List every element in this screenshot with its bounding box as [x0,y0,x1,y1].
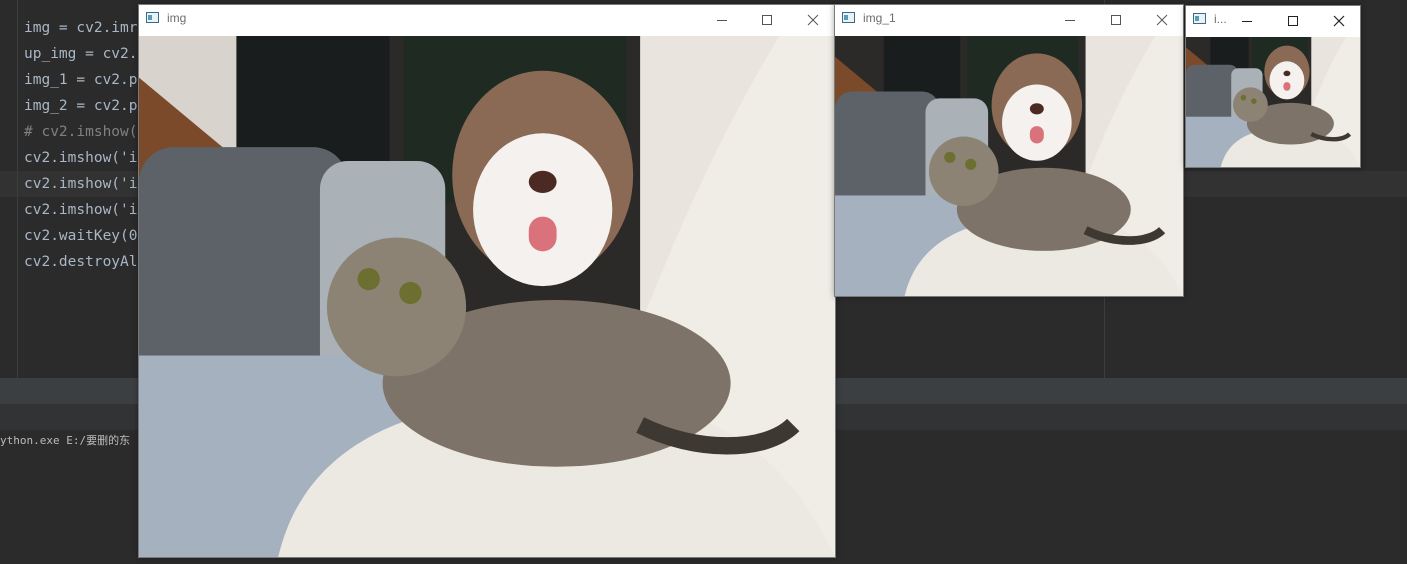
image-viewport[interactable] [1186,37,1360,167]
image-window-img-2[interactable]: i... [1185,5,1361,168]
window-title: img [167,11,187,25]
code-line-2[interactable]: up_img = cv2. [24,42,138,66]
minimize-button[interactable] [699,5,744,34]
console-output-line: ython.exe E:/要删的东 [0,434,131,447]
title-bar[interactable]: img_1 [835,5,1183,34]
window-app-icon [146,12,159,23]
image-viewport[interactable] [835,36,1183,296]
code-line-7[interactable]: cv2.imshow('i [24,172,138,196]
cat-and-dog-photo [835,36,1183,296]
code-line-8[interactable]: cv2.imshow('i [24,198,138,222]
window-title: img_1 [863,11,896,25]
maximize-button[interactable] [744,5,789,34]
cat-and-dog-photo [1186,37,1360,167]
code-line-1[interactable]: img = cv2.imr [24,16,138,40]
image-window-img-1[interactable]: img_1 [834,4,1184,297]
maximize-button[interactable] [1093,5,1138,34]
code-line-10[interactable]: cv2.destroyAl [24,250,138,274]
cat-and-dog-photo [139,36,835,557]
close-icon [1156,14,1167,25]
code-line-9[interactable]: cv2.waitKey(0 [24,224,138,248]
title-bar[interactable]: i... [1186,6,1360,35]
maximize-button[interactable] [1270,6,1315,35]
close-button[interactable] [1139,5,1184,34]
code-line-3[interactable]: img_1 = cv2.p [24,68,138,92]
title-bar[interactable]: img [139,5,835,34]
maximize-icon [1110,14,1121,25]
window-app-icon [842,12,855,23]
minimize-button[interactable] [1047,5,1092,34]
close-button[interactable] [1316,6,1361,35]
window-app-icon [1193,13,1206,24]
code-line-4[interactable]: img_2 = cv2.p [24,94,138,118]
minimize-icon [716,19,727,21]
gutter-divider [17,0,18,378]
minimize-icon [1241,20,1252,22]
close-icon [807,14,818,25]
maximize-icon [1287,15,1298,26]
close-icon [1333,15,1344,26]
minimize-button[interactable] [1224,6,1269,35]
image-viewport[interactable] [139,36,835,557]
maximize-icon [761,14,772,25]
minimize-icon [1064,19,1075,21]
image-window-img[interactable]: img [138,4,836,558]
code-line-5[interactable]: # cv2.imshow( [24,120,138,144]
code-line-6[interactable]: cv2.imshow('i [24,146,138,170]
close-button[interactable] [790,5,835,34]
